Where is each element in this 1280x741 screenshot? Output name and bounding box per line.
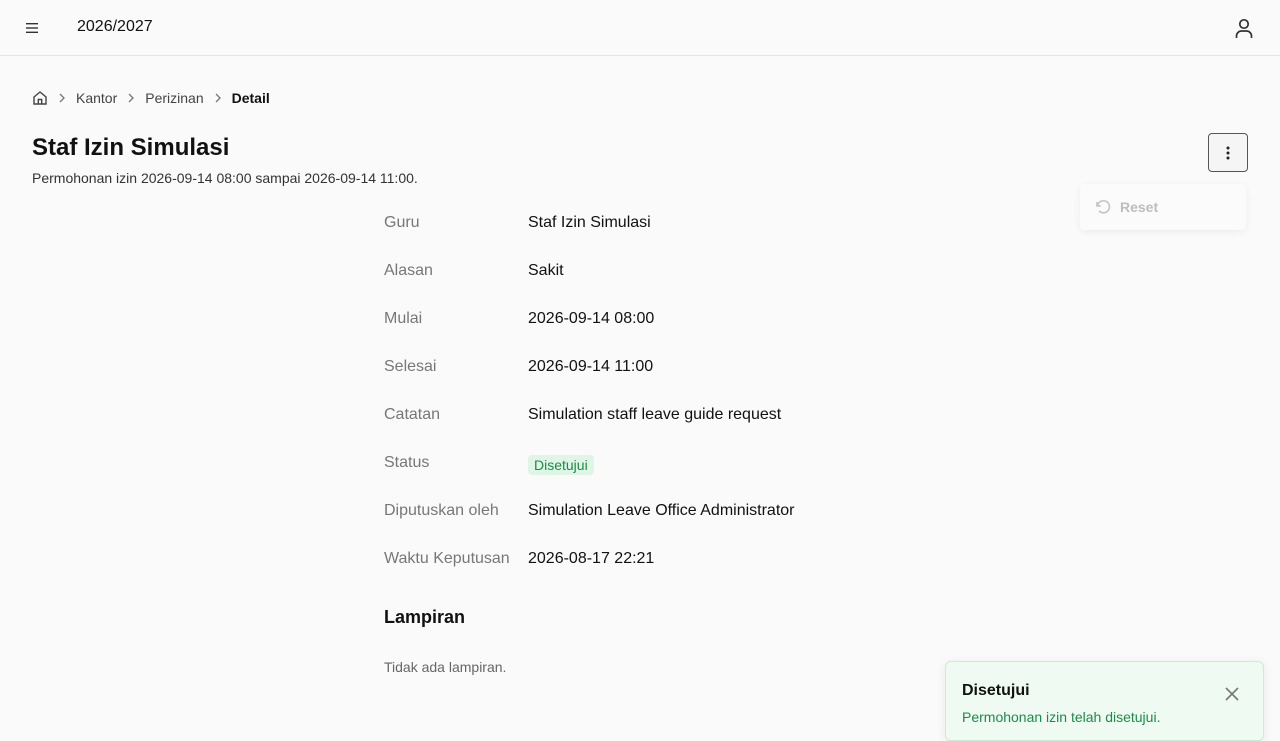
actions-dropdown: Reset: [1080, 184, 1246, 230]
detail-value: 2026-08-17 22:21: [528, 550, 655, 567]
more-actions-button[interactable]: [1208, 133, 1248, 172]
status-badge: Disetujui: [528, 455, 594, 475]
detail-row-diputuskan-oleh: Diputuskan oleh Simulation Leave Office …: [384, 498, 984, 526]
hamburger-icon: [26, 23, 38, 33]
chevron-right-icon: [127, 93, 135, 103]
breadcrumb: Kantor Perizinan Detail: [32, 88, 270, 108]
home-icon: [33, 91, 47, 105]
toast-message: Permohonan izin telah disetujui.: [962, 709, 1161, 725]
detail-row-catatan: Catatan Simulation staff leave guide req…: [384, 402, 984, 430]
detail-value: Simulation Leave Office Administrator: [528, 502, 795, 519]
detail-row-selesai: Selesai 2026-09-14 11:00: [384, 354, 984, 382]
user-menu-button[interactable]: [1232, 16, 1256, 40]
reset-label: Reset: [1120, 199, 1159, 215]
breadcrumb-current: Detail: [231, 90, 270, 106]
toast-title: Disetujui: [962, 682, 1030, 699]
user-icon: [1235, 18, 1253, 38]
reset-menu-item[interactable]: Reset: [1094, 198, 1158, 216]
success-toast: Disetujui Permohonan izin telah disetuju…: [945, 661, 1264, 741]
detail-value: Staf Izin Simulasi: [528, 214, 651, 231]
academic-year: 2026/2027: [77, 18, 153, 35]
detail-value: Sakit: [528, 262, 564, 279]
detail-label: Selesai: [384, 358, 437, 375]
breadcrumb-item-perizinan[interactable]: Perizinan: [145, 90, 203, 106]
rotate-ccw-icon: [1094, 198, 1112, 216]
more-vertical-icon: [1226, 146, 1230, 159]
chevron-right-icon: [214, 93, 222, 103]
detail-label: Diputuskan oleh: [384, 502, 499, 519]
detail-label: Alasan: [384, 262, 433, 279]
detail-label: Catatan: [384, 406, 441, 423]
attachments-empty-text: Tidak ada lampiran.: [384, 659, 507, 675]
detail-label: Waktu Keputusan: [384, 550, 510, 567]
toast-close-button[interactable]: [1222, 684, 1242, 704]
detail-label: Mulai: [384, 310, 423, 327]
attachments-title: Lampiran: [384, 607, 466, 627]
detail-row-waktu-keputusan: Waktu Keputusan 2026-08-17 22:21: [384, 546, 984, 574]
page-title: Staf Izin Simulasi: [32, 134, 230, 161]
home-link[interactable]: [32, 90, 48, 106]
chevron-right-icon: [58, 93, 66, 103]
page-subtitle: Permohonan izin 2026-09-14 08:00 sampai …: [32, 170, 418, 186]
detail-row-guru: Guru Staf Izin Simulasi: [384, 210, 984, 238]
detail-row-mulai: Mulai 2026-09-14 08:00: [384, 306, 984, 334]
breadcrumb-item-kantor[interactable]: Kantor: [76, 90, 117, 106]
detail-value: 2026-09-14 08:00: [528, 310, 655, 327]
close-icon: [1225, 687, 1239, 701]
detail-row-status: Status Disetujui: [384, 450, 984, 478]
detail-value: 2026-09-14 11:00: [528, 358, 654, 375]
detail-label: Status: [384, 454, 430, 471]
detail-value: Simulation staff leave guide request: [528, 406, 782, 423]
hamburger-menu-button[interactable]: [20, 16, 44, 40]
detail-row-alasan: Alasan Sakit: [384, 258, 984, 286]
detail-label: Guru: [384, 214, 420, 231]
top-bar: 2026/2027: [0, 0, 1280, 56]
